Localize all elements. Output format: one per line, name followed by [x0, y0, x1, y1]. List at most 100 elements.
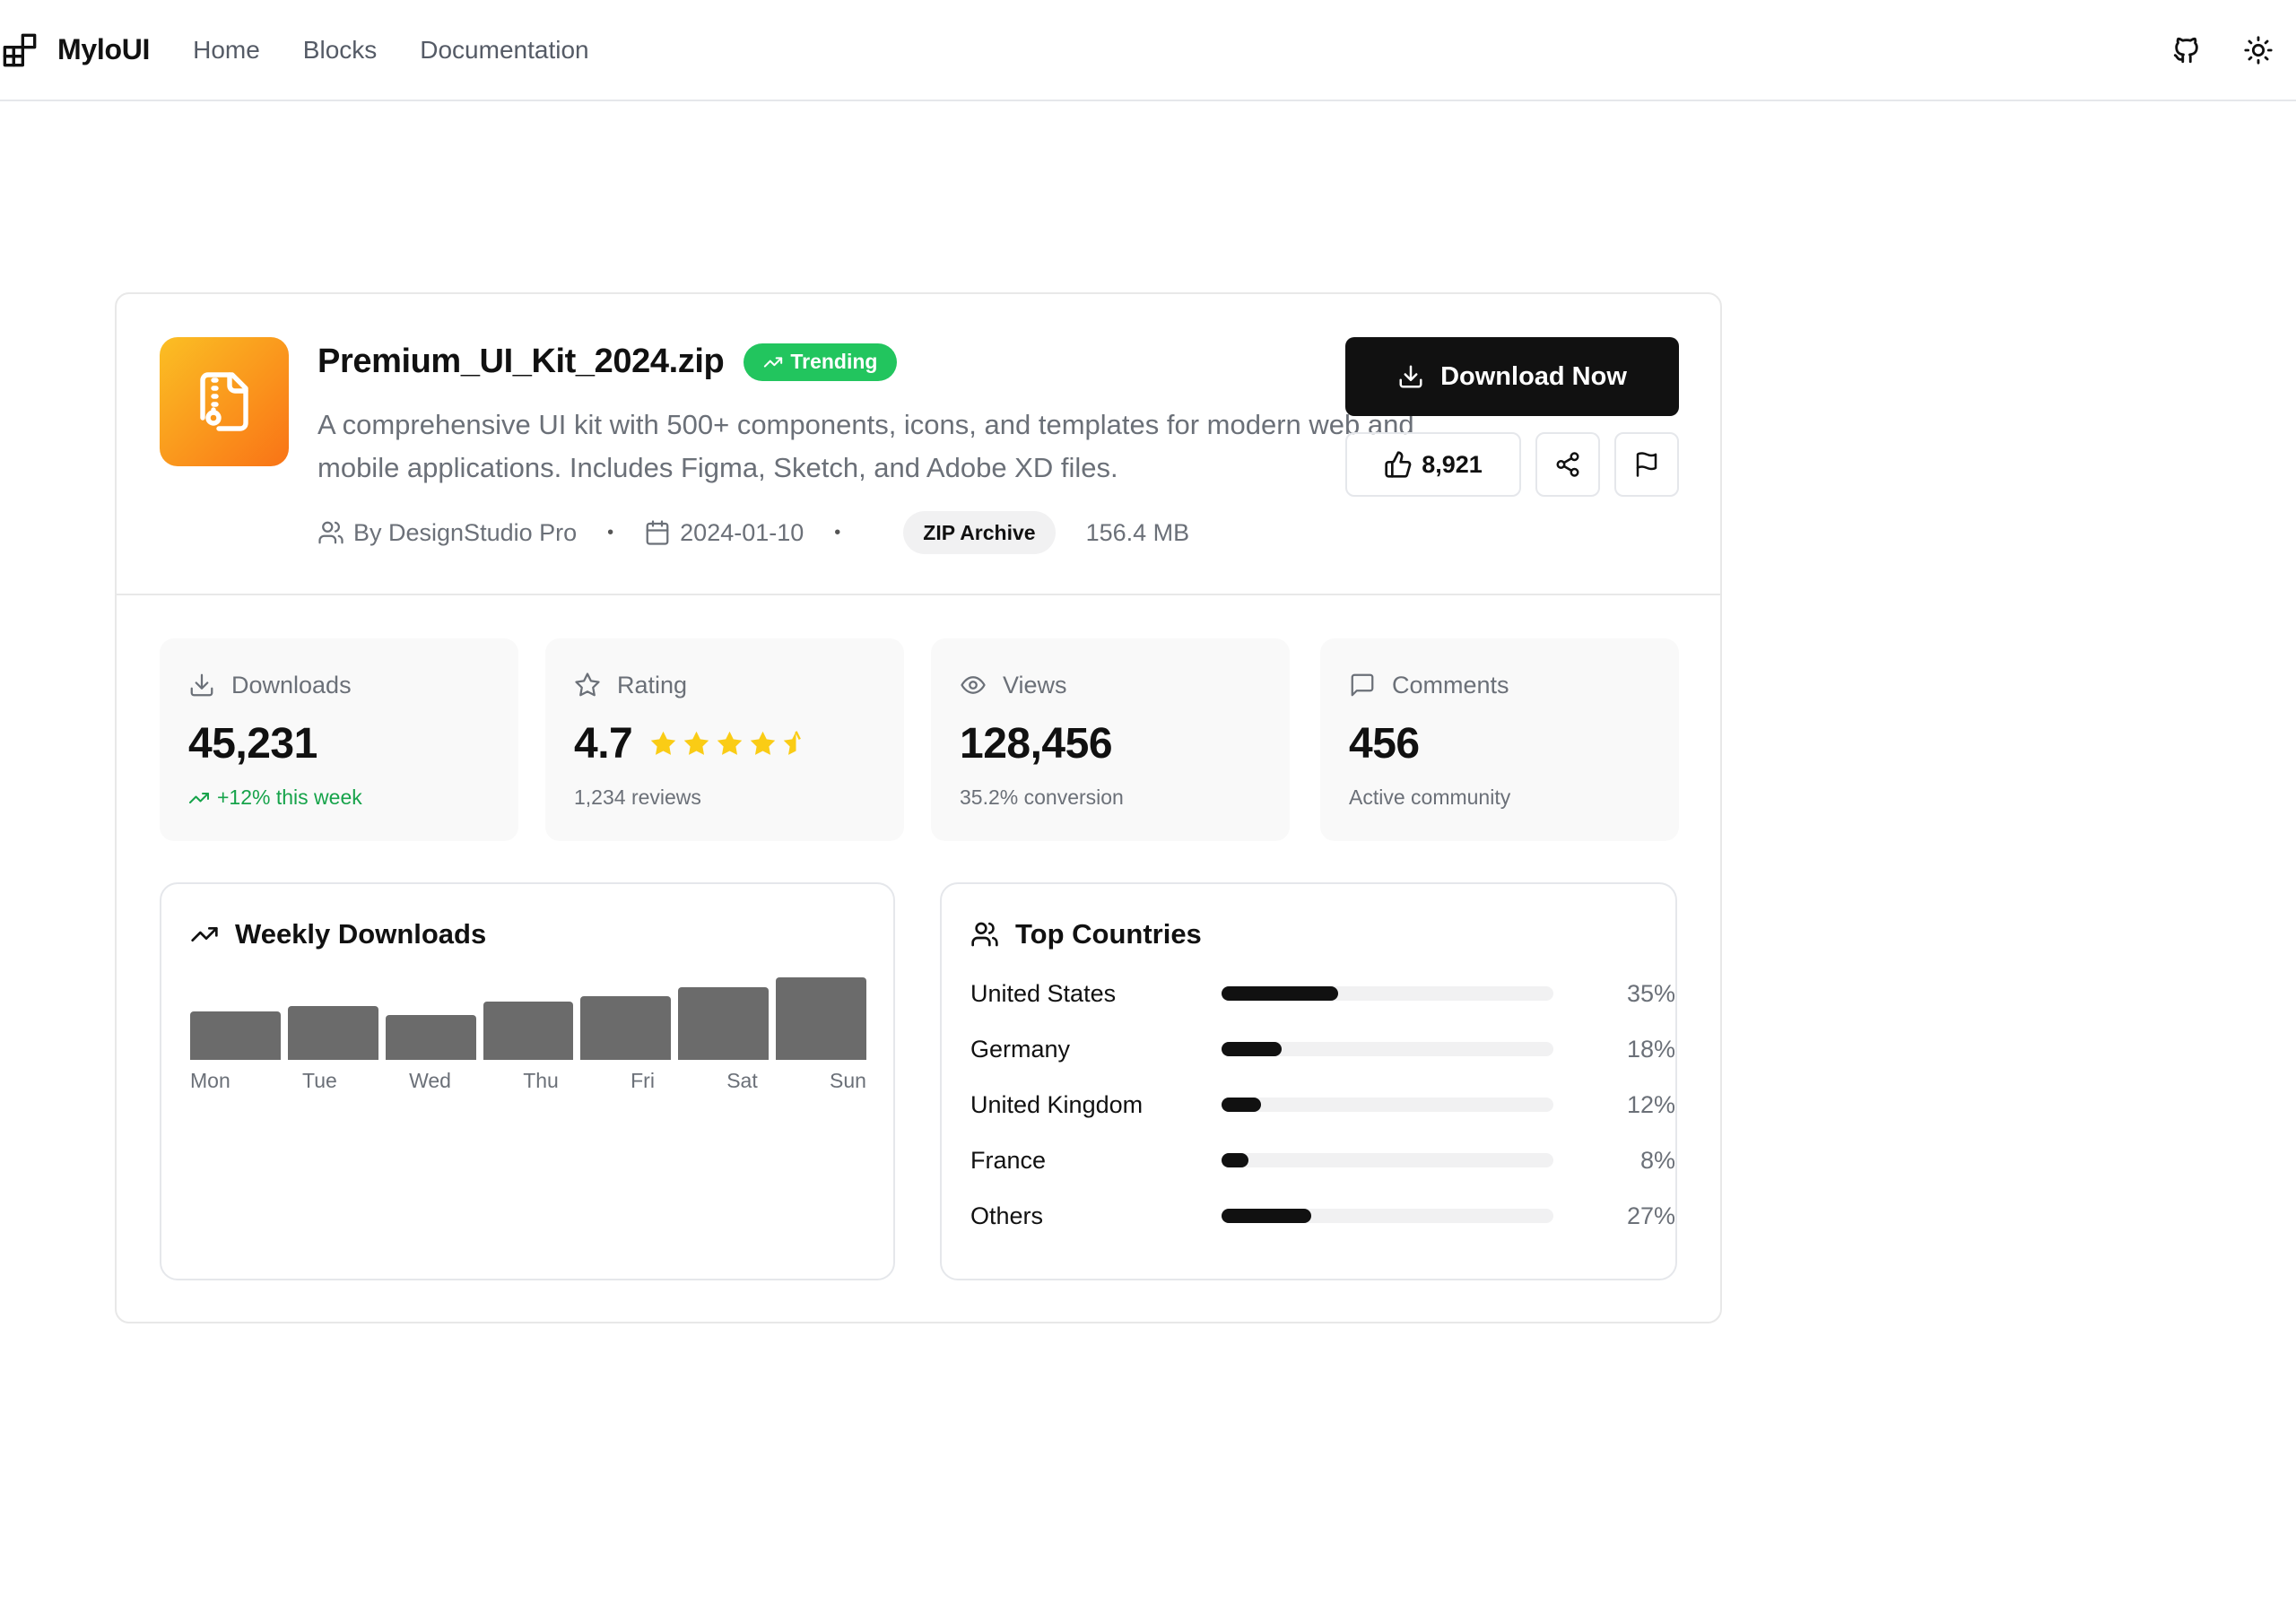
users-icon	[318, 521, 344, 544]
country-name: United States	[970, 979, 1117, 1007]
like-button[interactable]: 8,921	[1345, 432, 1521, 497]
file-description: A comprehensive UI kit with 500+ compone…	[317, 409, 1414, 483]
day-label: Sun	[830, 1069, 866, 1092]
country-percent: 8%	[1639, 1146, 1675, 1174]
calendar-icon	[646, 520, 669, 545]
day-label: Wed	[409, 1069, 451, 1092]
country-progress-track	[1222, 1098, 1553, 1112]
github-button[interactable]	[2167, 30, 2206, 70]
stat-downloads: Downloads 45,231 +12% this week	[160, 638, 518, 841]
theme-toggle-button[interactable]	[2239, 30, 2278, 70]
thumbs-up-icon	[1385, 451, 1412, 478]
stat-label-views: Views	[960, 667, 1067, 703]
sun-icon	[2244, 36, 2273, 65]
stat-sub-comments: Active community	[1349, 785, 1510, 810]
stat-sub-text: 1,234 reviews	[574, 785, 701, 809]
country-percent: 27%	[1626, 1202, 1675, 1229]
file-archive-icon	[200, 372, 248, 431]
weekly-bar-fri	[580, 996, 672, 1060]
stat-comments: Comments 456 Active community	[1320, 638, 1679, 841]
stat-value-rating-row: 4.7	[574, 719, 811, 768]
top-countries-panel: Top Countries United States 35% Germany 18%…	[940, 882, 1677, 1280]
top-nav: MyloUI Home Blocks Documentation	[0, 0, 2296, 101]
download-icon	[190, 673, 213, 697]
star-outline-icon	[575, 672, 600, 697]
nav-link-home[interactable]: Home	[193, 36, 260, 65]
country-name: Others	[970, 1202, 1044, 1229]
trending-badge: Trending	[744, 343, 898, 381]
eye-icon	[961, 676, 986, 694]
brand-name: MyloUI	[57, 33, 151, 65]
share-button[interactable]	[1535, 432, 1600, 497]
stat-sub-views: 35.2% conversion	[960, 785, 1124, 810]
stat-label-text: Views	[1003, 671, 1067, 699]
stat-views: Views 128,456 35.2% conversion	[931, 638, 1290, 841]
country-progress-fill	[1222, 1153, 1248, 1167]
top-countries-title: Top Countries	[970, 916, 1202, 952]
nav-link-documentation[interactable]: Documentation	[420, 36, 588, 65]
meta-separator: •	[607, 522, 614, 542]
country-row: Others 27%	[970, 1198, 1675, 1234]
star-half-icon	[783, 731, 802, 755]
weekly-bar-tue	[287, 1006, 378, 1060]
panel-title-text: Top Countries	[1015, 918, 1202, 950]
weekly-bar-sun	[776, 977, 867, 1060]
weekly-bar-thu	[483, 1002, 574, 1060]
day-label: Fri	[631, 1069, 655, 1092]
country-progress-fill	[1222, 986, 1338, 1001]
share-icon	[1556, 452, 1579, 477]
stat-sub-text: 35.2% conversion	[960, 785, 1124, 809]
star-filled-icon	[683, 731, 709, 755]
stat-value-comments: 456	[1349, 720, 1420, 768]
day-label: Thu	[523, 1069, 559, 1092]
stat-sub-text: +12% this week	[217, 785, 362, 809]
file-size: 156.4 MB	[1085, 518, 1190, 546]
country-progress-track	[1222, 1209, 1553, 1223]
file-type-badge: ZIP Archive	[903, 511, 1056, 554]
stat-label-comments: Comments	[1349, 667, 1509, 703]
download-icon	[1399, 365, 1422, 388]
panel-title-text: Weekly Downloads	[235, 918, 487, 950]
country-name: United Kingdom	[970, 1090, 1144, 1118]
upload-date: 2024-01-10	[680, 518, 804, 546]
title-row: Premium_UI_Kit_2024.zip Trending	[317, 343, 898, 381]
meta-separator: •	[834, 522, 841, 542]
stat-label-text: Comments	[1392, 671, 1509, 699]
day-label: Sat	[726, 1069, 758, 1092]
report-button[interactable]	[1614, 432, 1679, 497]
stat-label-downloads: Downloads	[188, 667, 352, 703]
stat-value-views: 128,456	[960, 720, 1113, 768]
brand[interactable]: MyloUI	[2, 32, 150, 68]
country-progress-fill	[1222, 1042, 1282, 1056]
weekly-bar-chart	[190, 974, 867, 1060]
date-meta: 2024-01-10	[644, 519, 804, 547]
country-percent: 12%	[1626, 1090, 1675, 1118]
stat-label-text: Rating	[617, 671, 688, 699]
country-row: France 8%	[970, 1142, 1675, 1178]
trending-up-icon	[189, 792, 209, 803]
country-progress-track	[1222, 986, 1553, 1001]
weekly-day-labels: Mon Tue Wed Thu Fri Sat Sun	[190, 1069, 866, 1093]
file-meta: By DesignStudio Pro • 2024-01-10 • ZIP A…	[317, 511, 1189, 554]
weekly-bar-mon	[190, 1011, 281, 1060]
file-title: Premium_UI_Kit_2024.zip	[317, 343, 725, 380]
weekly-downloads-panel: Weekly Downloads Mon Tue Wed Thu Fri Sat Sun	[160, 882, 895, 1280]
file-card: Premium_UI_Kit_2024.zip Trending A compr…	[115, 292, 1722, 1323]
star-filled-icon	[750, 731, 776, 755]
nav-link-blocks[interactable]: Blocks	[303, 36, 377, 65]
country-row: United Kingdom 12%	[970, 1087, 1675, 1123]
stat-sub-downloads: +12% this week	[188, 785, 362, 810]
weekly-downloads-title: Weekly Downloads	[190, 916, 486, 952]
message-square-icon	[1351, 673, 1374, 697]
download-now-label: Download Now	[1440, 361, 1627, 391]
author-meta: By DesignStudio Pro	[317, 519, 577, 547]
trending-label: Trending	[790, 350, 878, 373]
stat-sub-text: Active community	[1349, 785, 1511, 809]
nav-links: Home Blocks Documentation	[193, 36, 589, 65]
file-thumbnail	[160, 337, 289, 466]
country-progress-fill	[1222, 1098, 1262, 1112]
star-filled-icon	[650, 731, 676, 755]
file-header: Premium_UI_Kit_2024.zip Trending A compr…	[117, 294, 1720, 595]
download-now-button[interactable]: Download Now	[1345, 337, 1679, 416]
country-progress-track	[1222, 1042, 1553, 1056]
